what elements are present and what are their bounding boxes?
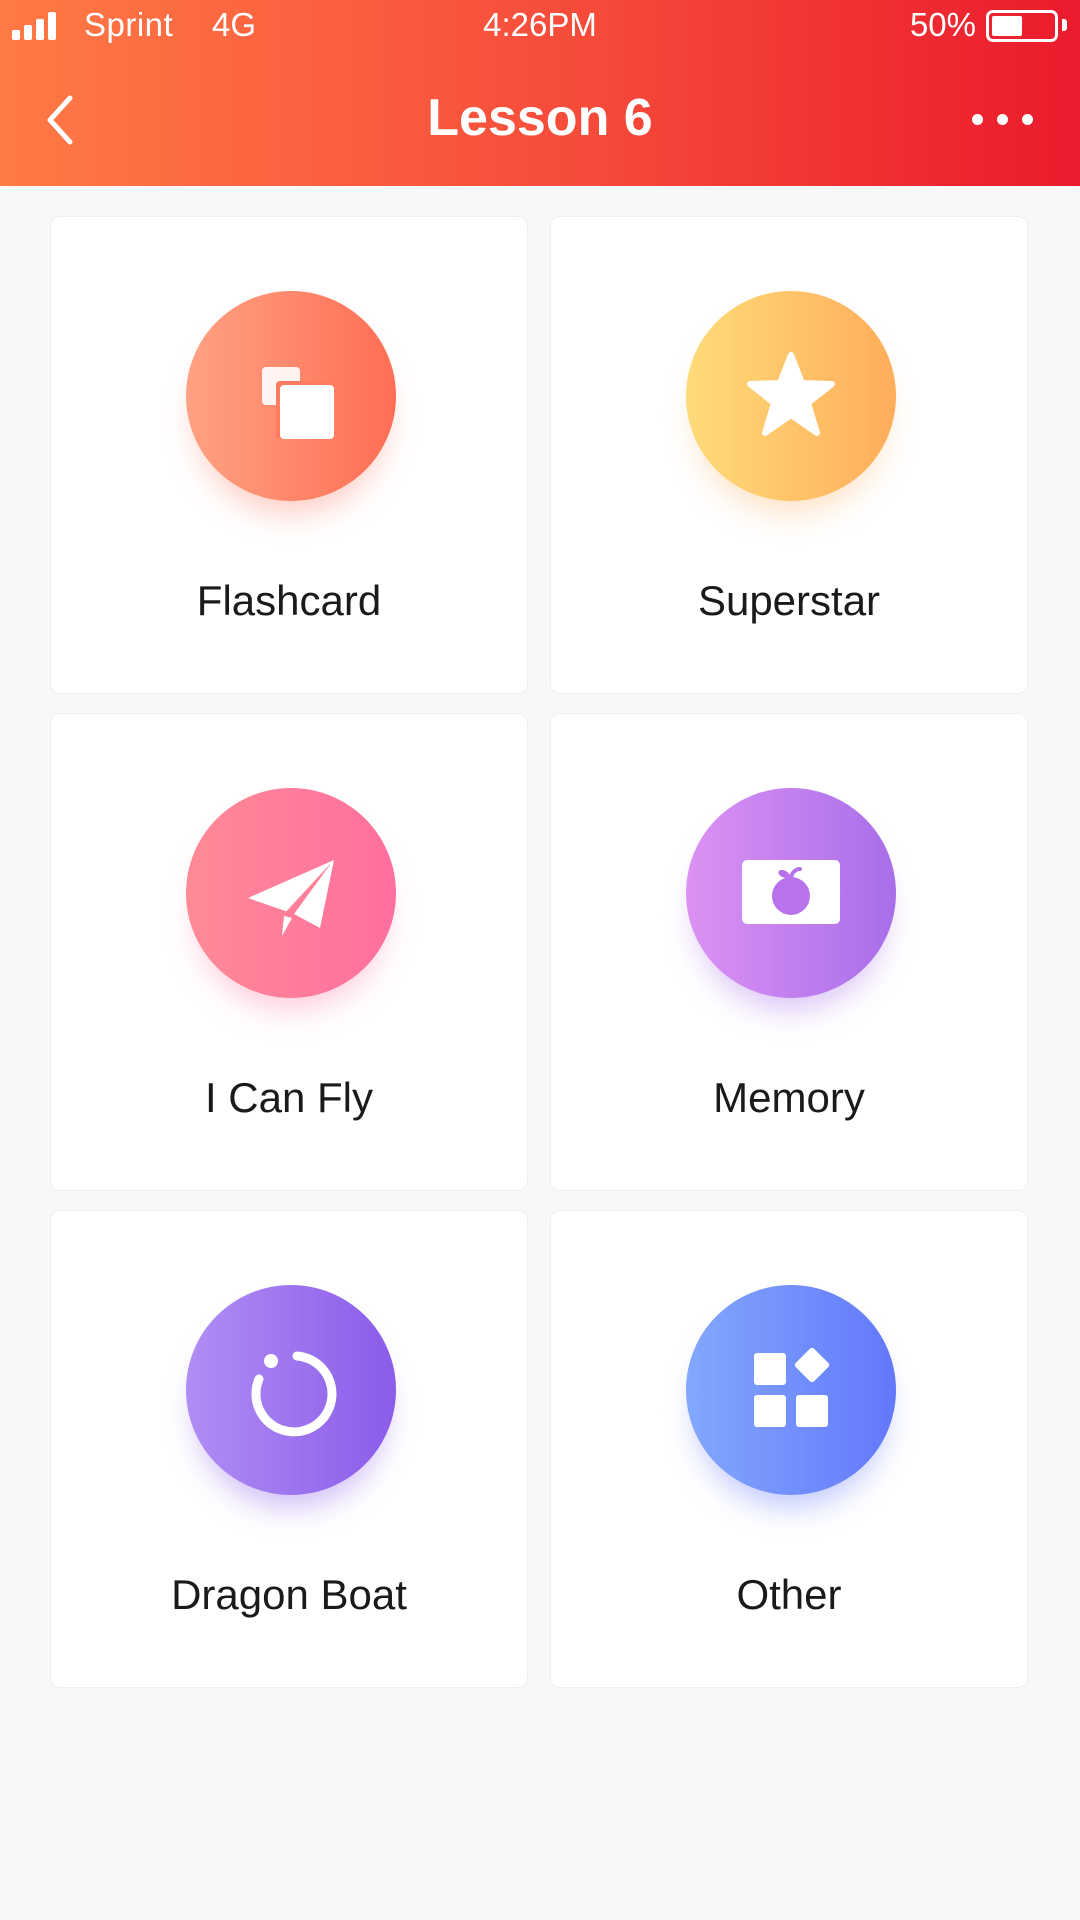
activity-label: Dragon Boat [171,1571,407,1618]
activity-card-superstar[interactable]: Superstar [550,216,1028,694]
more-options-button[interactable] [968,104,1040,136]
page-title: Lesson 6 [427,89,653,147]
other-badge [686,1285,896,1495]
more-dot [1022,114,1033,125]
grid-apps-icon [754,1347,830,1427]
activity-label: I Can Fly [204,1074,374,1121]
activity-card-other[interactable]: Other [550,1210,1028,1688]
activity-label: Other [736,1571,842,1618]
more-horizontal-icon [972,114,983,125]
status-bar: Sprint 4G 4:26PM 50% [0,0,1080,52]
battery-terminal [1062,19,1067,31]
activity-card-i-can-fly[interactable]: I Can Fly [50,713,528,1191]
apple-card-icon [742,860,840,924]
activity-card-flashcard[interactable]: Flashcard [50,216,528,694]
star-icon [747,352,835,436]
activity-label: Superstar [697,577,881,624]
activity-label: Flashcard [196,577,382,624]
dragon-boat-badge [186,1285,396,1495]
superstar-badge [686,291,896,501]
activity-card-memory[interactable]: Memory [550,713,1028,1191]
app-header: Sprint 4G 4:26PM 50% Lesson 6 [0,0,1080,186]
battery-icon [986,10,1058,42]
activity-grid: Flashcard Superstar I Can Fly Memory Dra… [50,216,1030,1688]
circle-loop-icon [251,1351,337,1437]
activity-label: Memory [713,1074,865,1121]
paper-plane-icon [248,860,334,936]
memory-badge [686,788,896,998]
flashcard-badge [186,291,396,501]
activity-card-dragon-boat[interactable]: Dragon Boat [50,1210,528,1688]
i-can-fly-badge [186,788,396,998]
cards-icon [262,367,334,439]
more-dot [997,114,1008,125]
battery-percent: 50% [909,6,976,43]
battery-level [992,16,1022,36]
